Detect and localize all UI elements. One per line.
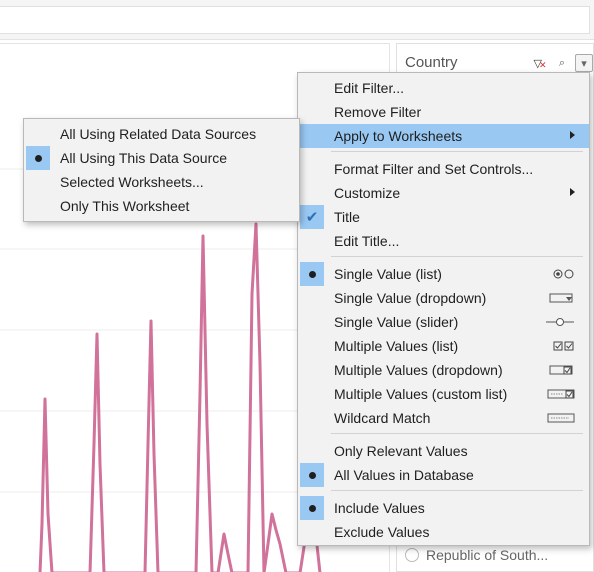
search-icon[interactable]: ⌕ [553, 54, 571, 72]
wildcard-icon [547, 410, 575, 426]
menu-item-label: Selected Worksheets... [60, 174, 204, 190]
filter-toolbar: ▽ ✕ ⌕ ▾ [531, 54, 593, 72]
menu-item-label: Edit Filter... [334, 80, 405, 96]
menu-item-label: Single Value (slider) [334, 314, 459, 330]
menu-item-include-values[interactable]: Include Values [298, 496, 589, 520]
selected-dot-icon [300, 496, 324, 520]
selected-dot-icon [300, 463, 324, 487]
menu-item-all-values-in-database[interactable]: All Values in Database [298, 463, 589, 487]
radio-button-icon[interactable] [405, 548, 419, 562]
menu-item-multiple-values-dropdown[interactable]: Multiple Values (dropdown) [298, 358, 589, 382]
submenu-item-only-this-worksheet[interactable]: Only This Worksheet [24, 194, 299, 218]
custom-list-icon [547, 386, 575, 402]
selected-dot-icon [300, 262, 324, 286]
filter-title: Country [405, 54, 458, 71]
apply-to-worksheets-submenu: All Using Related Data Sources All Using… [23, 118, 300, 222]
menu-item-apply-to-worksheets[interactable]: Apply to Worksheets [298, 124, 589, 148]
checkbox-dropdown-icon [549, 362, 575, 378]
filter-list-item[interactable]: Republic of South... [405, 547, 548, 563]
menu-item-label: Remove Filter [334, 104, 422, 120]
submenu-arrow-icon [570, 131, 575, 139]
menu-item-label: Only Relevant Values [334, 443, 468, 459]
menu-item-single-value-list[interactable]: Single Value (list) [298, 262, 589, 286]
menu-item-multiple-values-custom-list[interactable]: Multiple Values (custom list) [298, 382, 589, 406]
menu-item-label: All Using This Data Source [60, 150, 228, 166]
menu-item-label: All Using Related Data Sources [60, 126, 257, 142]
filter-item-label: Republic of South... [426, 547, 549, 563]
submenu-item-this-data-source[interactable]: All Using This Data Source [24, 146, 299, 170]
menu-item-exclude-values[interactable]: Exclude Values [298, 520, 589, 544]
menu-item-label: Multiple Values (list) [334, 338, 459, 354]
series-line [38, 222, 322, 572]
dropdown-icon [549, 290, 575, 306]
menu-separator [331, 490, 583, 491]
menu-item-label: Wildcard Match [334, 410, 431, 426]
menu-separator [331, 433, 583, 434]
menu-separator [331, 151, 583, 152]
menu-item-label: Apply to Worksheets [334, 128, 463, 144]
toolbar-field[interactable] [0, 6, 590, 34]
submenu-arrow-icon [570, 188, 575, 196]
menu-item-label: Single Value (list) [334, 266, 442, 282]
menu-item-label: Include Values [334, 500, 425, 516]
menu-item-label: Single Value (dropdown) [334, 290, 487, 306]
slider-icon [545, 314, 575, 330]
menu-item-label: Title [334, 209, 360, 225]
menu-item-edit-title[interactable]: Edit Title... [298, 229, 589, 253]
clear-filter-icon[interactable]: ▽ ✕ [531, 54, 549, 72]
menu-item-title[interactable]: ✔ Title [298, 205, 589, 229]
menu-separator [331, 256, 583, 257]
menu-item-wildcard-match[interactable]: Wildcard Match [298, 406, 589, 430]
toolbar [0, 0, 594, 40]
menu-item-only-relevant-values[interactable]: Only Relevant Values [298, 439, 589, 463]
menu-item-edit-filter[interactable]: Edit Filter... [298, 76, 589, 100]
menu-item-multiple-values-list[interactable]: Multiple Values (list) [298, 334, 589, 358]
checkmark-icon: ✔ [300, 205, 324, 229]
menu-item-label: Format Filter and Set Controls... [334, 161, 534, 177]
menu-item-format-filter[interactable]: Format Filter and Set Controls... [298, 157, 589, 181]
menu-item-label: Edit Title... [334, 233, 400, 249]
menu-item-label: Only This Worksheet [60, 198, 190, 214]
menu-item-label: Customize [334, 185, 401, 201]
menu-item-remove-filter[interactable]: Remove Filter [298, 100, 589, 124]
chevron-down-icon[interactable]: ▾ [575, 54, 593, 72]
menu-item-label: Exclude Values [334, 524, 430, 540]
radio-list-icon [553, 266, 575, 282]
menu-item-customize[interactable]: Customize [298, 181, 589, 205]
filter-context-menu: Edit Filter... Remove Filter Apply to Wo… [297, 72, 590, 546]
checkbox-list-icon [553, 338, 575, 354]
menu-item-label: Multiple Values (custom list) [334, 386, 508, 402]
menu-item-single-value-dropdown[interactable]: Single Value (dropdown) [298, 286, 589, 310]
menu-item-single-value-slider[interactable]: Single Value (slider) [298, 310, 589, 334]
submenu-item-related-data-sources[interactable]: All Using Related Data Sources [24, 122, 299, 146]
menu-item-label: Multiple Values (dropdown) [334, 362, 503, 378]
selected-dot-icon [26, 146, 50, 170]
submenu-item-selected-worksheets[interactable]: Selected Worksheets... [24, 170, 299, 194]
menu-item-label: All Values in Database [334, 467, 474, 483]
